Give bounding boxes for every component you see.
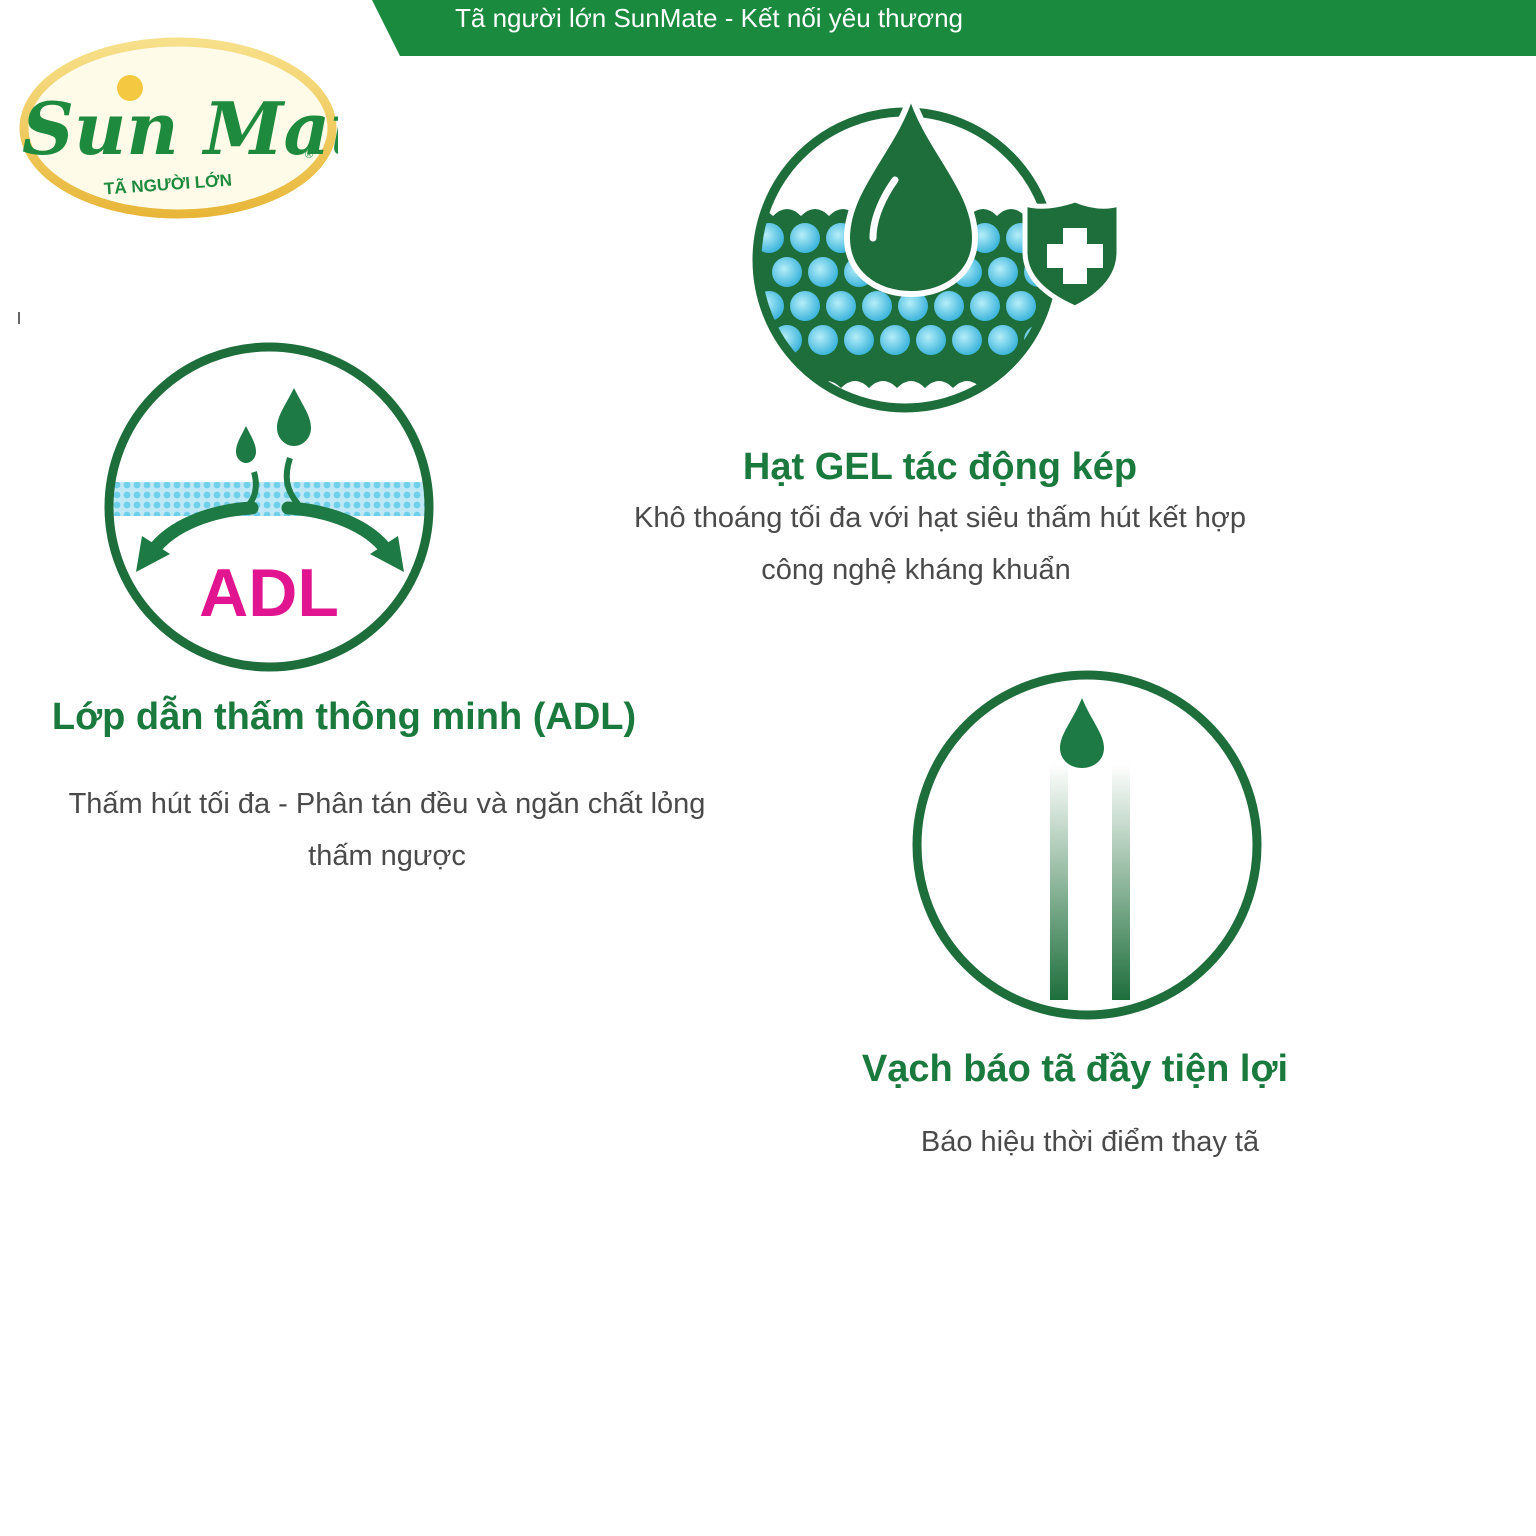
gel-feature-description: Khô thoáng tối đa với hạt siêu thấm hút … bbox=[540, 492, 1340, 596]
gel-desc-line-1: Khô thoáng tối đa với hạt siêu thấm hút … bbox=[634, 502, 1246, 534]
adl-desc-line-1: Thấm hút tối đa - Phân tán đều và ngăn c… bbox=[68, 788, 706, 820]
gel-beads-droplet-shield-icon bbox=[745, 83, 1125, 418]
adl-icon-label: ADL bbox=[199, 555, 339, 631]
adl-layer-icon: ADL bbox=[102, 340, 436, 674]
gel-desc-line-2: công nghệ kháng khuẩn bbox=[761, 554, 1071, 586]
banner-slogan: Tã người lớn SunMate - Kết nối yêu thươn… bbox=[455, 3, 963, 33]
adl-feature-description: Thấm hút tối đa - Phân tán đều và ngăn c… bbox=[0, 778, 774, 882]
adl-desc-line-2: thấm ngược bbox=[308, 840, 466, 872]
svg-text:Sun Mate: Sun Mate bbox=[22, 86, 338, 171]
svg-text:®: ® bbox=[305, 149, 313, 161]
indicator-feature-title: Vạch báo tã đầy tiện lợi bbox=[861, 1048, 1289, 1090]
edge-mark bbox=[18, 312, 20, 324]
gel-feature-title: Hạt GEL tác động kép bbox=[742, 446, 1138, 488]
indicator-feature-description: Báo hiệu thời điểm thay tã bbox=[840, 1116, 1340, 1168]
adl-feature-title: Lớp dẫn thấm thông minh (ADL) bbox=[51, 696, 637, 738]
wetness-indicator-icon bbox=[910, 668, 1264, 1022]
indicator-desc-line-1: Báo hiệu thời điểm thay tã bbox=[920, 1126, 1260, 1158]
sunmate-logo: Sun Mate ® TÃ NGƯỜI LỚN bbox=[18, 36, 409, 220]
